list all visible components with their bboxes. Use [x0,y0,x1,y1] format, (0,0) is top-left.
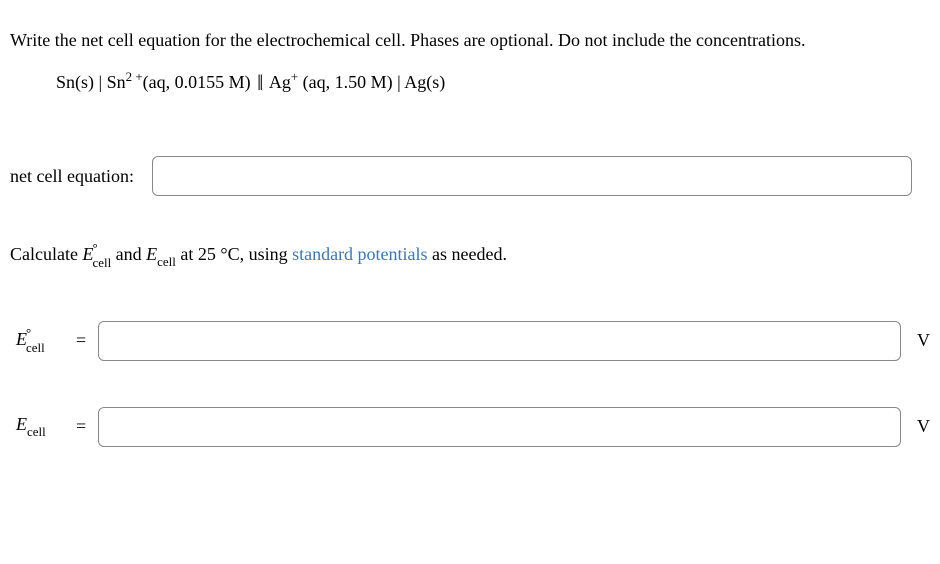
species-ag-solid: Ag(s) [404,72,445,92]
species-sn-solid: Sn(s) [56,72,94,92]
net-cell-equation-row: net cell equation: [10,156,930,196]
equals-sign-2: = [76,416,86,437]
cell-notation: Sn(s) | Sn2 +(aq, 0.0155 M) ‖ Ag+ (aq, 1… [56,69,930,96]
phase-separator-1: | [99,72,107,92]
question-prompt: Write the net cell equation for the elec… [10,30,930,51]
net-cell-label: net cell equation: [10,166,134,187]
species-agplus: Ag+ (aq, 1.50 M) [269,72,397,92]
e-cell-row: Ecell = V [10,407,930,447]
unit-volt-1: V [917,330,930,351]
e-std-row: E°cell = V [10,321,930,361]
standard-potentials-link[interactable]: standard potentials [292,244,427,264]
calculate-prompt: Calculate E°cell and Ecell at 25 °C, usi… [10,244,930,269]
e-cell-input[interactable] [98,407,901,447]
e-std-input[interactable] [98,321,901,361]
net-cell-input[interactable] [152,156,912,196]
unit-volt-2: V [917,416,930,437]
equals-sign: = [76,330,86,351]
species-sn2plus: Sn2 +(aq, 0.0155 M) [107,72,256,92]
e-cell-label: Ecell [16,414,72,439]
e-cell-symbol: E [146,244,157,264]
salt-bridge-separator: ‖ [257,70,263,96]
e-std-label: E°cell [16,329,72,351]
